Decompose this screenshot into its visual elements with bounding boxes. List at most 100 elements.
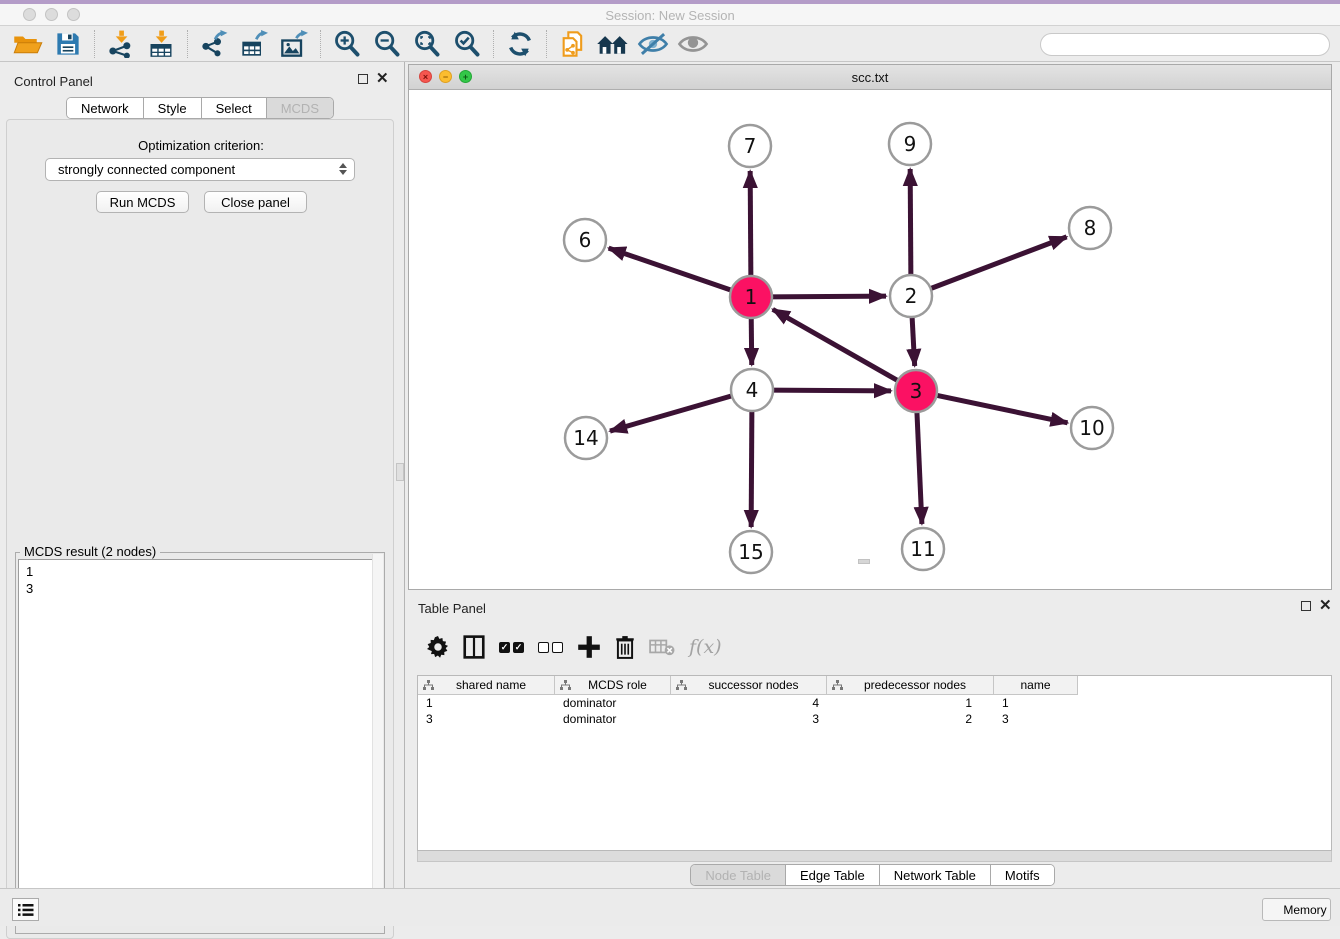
edge-1-4[interactable] (751, 315, 752, 365)
node-6[interactable]: 6 (564, 219, 606, 261)
memory-label: Memory (1283, 903, 1326, 917)
node-label: 4 (746, 378, 759, 402)
tab-mcds[interactable]: MCDS (267, 98, 333, 118)
delete-column-button[interactable] (615, 632, 635, 662)
show-all-button[interactable] (673, 28, 713, 60)
canvas-scroll-grip[interactable] (858, 559, 870, 564)
mcds-result-text[interactable]: 1 3 (18, 559, 382, 920)
criterion-select[interactable]: strongly connected component (45, 158, 355, 181)
node-8[interactable]: 8 (1069, 207, 1111, 249)
node-7[interactable]: 7 (729, 125, 771, 167)
edge-4-15[interactable] (751, 408, 752, 527)
column-header-predecessor-nodes[interactable]: predecessor nodes (827, 676, 994, 694)
node-15[interactable]: 15 (730, 531, 772, 573)
criterion-value: strongly connected component (58, 162, 235, 177)
zoom-selected-button[interactable] (447, 28, 487, 60)
network-canvas[interactable]: 7 9 6 8 1 2 4 3 14 10 15 11 (409, 90, 1331, 589)
delete-table-button[interactable] (649, 632, 675, 662)
node-3[interactable]: 3 (895, 370, 937, 412)
import-table-button[interactable] (141, 28, 181, 60)
close-panel-icon[interactable]: ✕ (376, 74, 389, 84)
edge-1-2[interactable] (769, 296, 886, 297)
import-network-button[interactable] (101, 28, 141, 60)
export-network-button[interactable] (194, 28, 234, 60)
edge-3-10[interactable] (934, 395, 1068, 423)
tab-motifs[interactable]: Motifs (991, 865, 1054, 885)
table-row[interactable]: 1 dominator 4 1 1 (418, 695, 1331, 711)
cell-successor-nodes: 3 (671, 712, 827, 726)
clone-network-button[interactable] (553, 28, 593, 60)
function-builder-button[interactable]: f(x) (689, 632, 722, 662)
node-11[interactable]: 11 (902, 528, 944, 570)
node-label: 15 (738, 540, 763, 564)
cell-shared-name: 1 (418, 696, 555, 710)
memory-status-dot (1266, 904, 1278, 916)
node-10[interactable]: 10 (1071, 407, 1113, 449)
tab-node-table[interactable]: Node Table (691, 865, 786, 885)
tab-network-table[interactable]: Network Table (880, 865, 991, 885)
zoom-out-button[interactable] (367, 28, 407, 60)
network-window-titlebar[interactable]: × − + scc.txt (409, 65, 1331, 90)
edge-4-14[interactable] (610, 395, 735, 431)
cell-predecessor-nodes: 1 (827, 696, 994, 710)
edge-2-8[interactable] (928, 237, 1067, 290)
edge-1-7[interactable] (750, 171, 751, 279)
table-settings-button[interactable] (427, 632, 449, 662)
edge-4-3[interactable] (770, 390, 891, 391)
network-overview-button[interactable] (593, 28, 633, 60)
node-4[interactable]: 4 (731, 369, 773, 411)
tab-select[interactable]: Select (202, 98, 267, 118)
mcds-result-title: MCDS result (2 nodes) (20, 544, 160, 559)
open-session-button[interactable] (8, 28, 48, 60)
edge-3-11[interactable] (917, 409, 922, 524)
edge-2-9[interactable] (910, 169, 911, 278)
export-image-icon (279, 30, 309, 58)
export-table-button[interactable] (234, 28, 274, 60)
cell-predecessor-nodes: 2 (827, 712, 994, 726)
tab-style[interactable]: Style (144, 98, 202, 118)
close-panel-button[interactable]: Close panel (204, 191, 307, 213)
zoom-in-button[interactable] (327, 28, 367, 60)
export-image-button[interactable] (274, 28, 314, 60)
edge-3-1[interactable] (773, 309, 901, 382)
column-header-shared-name[interactable]: shared name (418, 676, 555, 694)
select-stepper-icon (339, 163, 347, 175)
split-divider-grip[interactable] (396, 463, 404, 481)
add-column-button[interactable] (577, 632, 601, 662)
tab-network[interactable]: Network (67, 98, 144, 118)
column-header-successor-nodes[interactable]: successor nodes (671, 676, 827, 694)
result-scrollbar[interactable] (372, 554, 383, 913)
run-mcds-button[interactable]: Run MCDS (96, 191, 189, 213)
node-14[interactable]: 14 (565, 417, 607, 459)
table-row[interactable]: 3 dominator 3 2 3 (418, 711, 1331, 727)
node-1[interactable]: 1 (730, 276, 772, 318)
node-2[interactable]: 2 (890, 275, 932, 317)
control-panel-title: Control Panel (14, 73, 93, 91)
mcds-result-fieldset: MCDS result (2 nodes) 1 3 (15, 552, 385, 934)
close-panel-icon[interactable]: ✕ (1319, 601, 1332, 611)
float-panel-icon[interactable] (358, 74, 368, 84)
column-header-mcds-role[interactable]: MCDS role (555, 676, 671, 694)
save-session-button[interactable] (48, 28, 88, 60)
node-label: 2 (905, 284, 918, 308)
select-all-button[interactable]: ✓✓ (499, 632, 524, 662)
edge-1-6[interactable] (609, 248, 734, 291)
node-9[interactable]: 9 (889, 123, 931, 165)
edge-2-3[interactable] (912, 314, 915, 366)
zoom-in-icon (332, 30, 362, 58)
hide-selected-button[interactable] (633, 28, 673, 60)
zoom-fit-button[interactable] (407, 28, 447, 60)
float-panel-icon[interactable] (1301, 601, 1311, 611)
hide-eye-icon (637, 30, 669, 58)
table-horizontal-scrollbar[interactable] (417, 851, 1332, 862)
tab-edge-table[interactable]: Edge Table (786, 865, 880, 885)
show-columns-button[interactable] (463, 632, 485, 662)
refresh-view-button[interactable] (500, 28, 540, 60)
unchecked-box-icon (552, 642, 563, 653)
import-table-icon (146, 30, 176, 58)
memory-button[interactable]: Memory (1262, 898, 1331, 921)
task-history-button[interactable] (12, 898, 39, 921)
column-header-name[interactable]: name (994, 676, 1078, 694)
search-input[interactable] (1040, 33, 1330, 56)
deselect-all-button[interactable] (538, 632, 563, 662)
